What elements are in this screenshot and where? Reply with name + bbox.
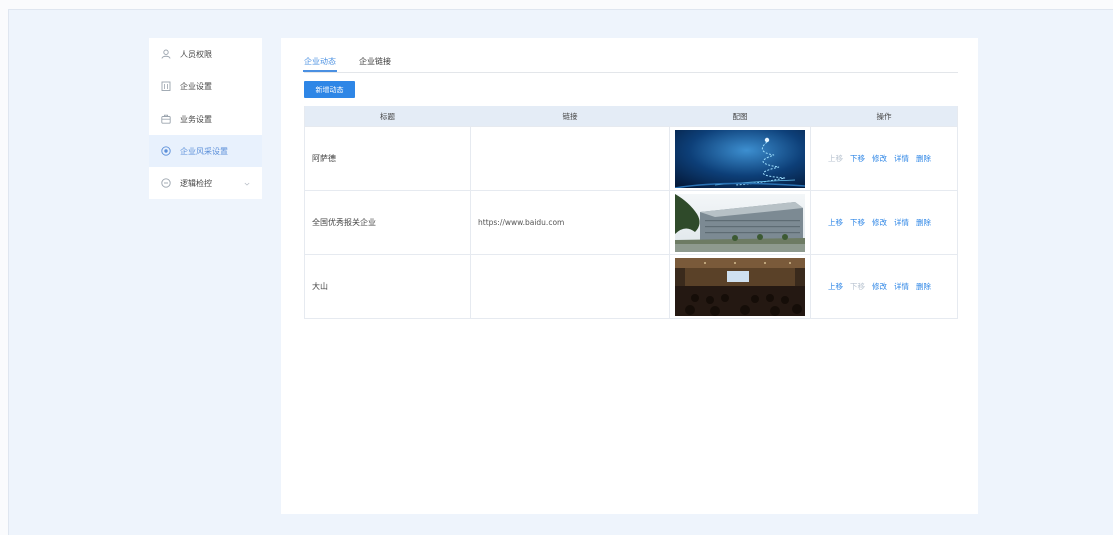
table-header: 标题 链接 配图 操作 bbox=[305, 106, 957, 126]
tab-bar: 企业动态 企业链接 bbox=[303, 54, 958, 73]
delete-button[interactable]: 删除 bbox=[916, 217, 931, 228]
tab-company-news[interactable]: 企业动态 bbox=[303, 56, 337, 72]
row-link: https://www.baidu.com bbox=[478, 218, 565, 227]
row-actions: 上移 下移 修改 详情 删除 bbox=[811, 281, 931, 292]
edit-button[interactable]: 修改 bbox=[872, 281, 887, 292]
image-cell bbox=[670, 255, 811, 318]
column-header-actions: 操作 bbox=[876, 111, 892, 121]
add-news-button[interactable]: 新增动态 bbox=[304, 81, 355, 98]
main-panel: 企业动态 企业链接 新增动态 标题 链接 配图 操作 阿萨德 上移 下移 修改 … bbox=[281, 38, 978, 514]
title-cell: 大山 bbox=[305, 255, 471, 318]
link-cell bbox=[471, 127, 670, 190]
sidebar-item-label: 企业设置 bbox=[180, 81, 212, 91]
delete-button[interactable]: 删除 bbox=[916, 281, 931, 292]
sidebar-item-personnel-permissions[interactable]: 人员权限 bbox=[149, 38, 262, 70]
actions-cell: 上移 下移 修改 详情 删除 bbox=[811, 255, 957, 318]
sidebar-item-company-showcase-settings[interactable]: 企业风采设置 bbox=[149, 135, 262, 167]
move-up-button[interactable]: 上移 bbox=[828, 281, 843, 292]
link-cell: https://www.baidu.com bbox=[471, 191, 670, 254]
christmas-tree-light-image bbox=[675, 129, 805, 188]
row-title: 阿萨德 bbox=[312, 154, 336, 163]
column-header-link: 链接 bbox=[562, 111, 578, 121]
table-row: 阿萨德 上移 下移 修改 详情 删除 bbox=[305, 126, 957, 190]
move-up-button[interactable]: 上移 bbox=[828, 153, 843, 164]
edit-button[interactable]: 修改 bbox=[872, 153, 887, 164]
sidebar-item-label: 业务设置 bbox=[180, 114, 212, 124]
move-down-button[interactable]: 下移 bbox=[850, 217, 865, 228]
table-row: 大山 上移 下移 修改 详情 删除 bbox=[305, 254, 957, 318]
sidebar: 人员权限 企业设置 业务设置 企业风采设置 逻辑检控 bbox=[149, 38, 262, 199]
link-cell bbox=[471, 255, 670, 318]
row-actions: 上移 下移 修改 详情 删除 bbox=[811, 153, 931, 164]
title-cell: 阿萨德 bbox=[305, 127, 471, 190]
actions-cell: 上移 下移 修改 详情 删除 bbox=[811, 191, 957, 254]
move-down-button[interactable]: 下移 bbox=[850, 153, 865, 164]
delete-button[interactable]: 删除 bbox=[916, 153, 931, 164]
sidebar-item-company-settings[interactable]: 企业设置 bbox=[149, 70, 262, 102]
briefcase-icon bbox=[161, 114, 171, 124]
office-building-image bbox=[675, 193, 805, 252]
tab-company-links[interactable]: 企业链接 bbox=[359, 56, 391, 67]
detail-button[interactable]: 详情 bbox=[894, 281, 909, 292]
column-header-image: 配图 bbox=[732, 111, 748, 121]
sidebar-item-logic-inspection[interactable]: 逻辑检控 bbox=[149, 167, 262, 199]
edit-button[interactable]: 修改 bbox=[872, 217, 887, 228]
chevron-down-icon[interactable] bbox=[244, 180, 250, 186]
image-cell bbox=[670, 191, 811, 254]
sidebar-item-label: 企业风采设置 bbox=[180, 146, 228, 156]
move-down-button[interactable]: 下移 bbox=[850, 281, 865, 292]
column-header-title: 标题 bbox=[380, 111, 395, 121]
window-left-bar bbox=[0, 9, 9, 535]
table-row: 全国优秀报关企业 https://www.baidu.com 上移 下移 修改 … bbox=[305, 190, 957, 254]
window-top-bar bbox=[0, 0, 1113, 10]
row-actions: 上移 下移 修改 详情 删除 bbox=[811, 217, 931, 228]
move-up-button[interactable]: 上移 bbox=[828, 217, 843, 228]
detail-button[interactable]: 详情 bbox=[894, 217, 909, 228]
news-table: 标题 链接 配图 操作 阿萨德 上移 下移 修改 详情 删除 全国优秀报关企业 … bbox=[304, 106, 958, 319]
sidebar-item-business-settings[interactable]: 业务设置 bbox=[149, 103, 262, 135]
building-icon bbox=[161, 81, 171, 91]
actions-cell: 上移 下移 修改 详情 删除 bbox=[811, 127, 957, 190]
title-cell: 全国优秀报关企业 bbox=[305, 191, 471, 254]
row-title: 全国优秀报关企业 bbox=[312, 218, 376, 227]
target-icon bbox=[161, 146, 171, 156]
row-title: 大山 bbox=[312, 282, 328, 291]
detail-button[interactable]: 详情 bbox=[894, 153, 909, 164]
minus-circle-icon bbox=[161, 178, 171, 188]
sidebar-item-label: 逻辑检控 bbox=[180, 178, 212, 188]
user-icon bbox=[161, 49, 171, 59]
sidebar-item-label: 人员权限 bbox=[180, 49, 212, 59]
conference-hall-image bbox=[675, 257, 805, 316]
image-cell bbox=[670, 127, 811, 190]
